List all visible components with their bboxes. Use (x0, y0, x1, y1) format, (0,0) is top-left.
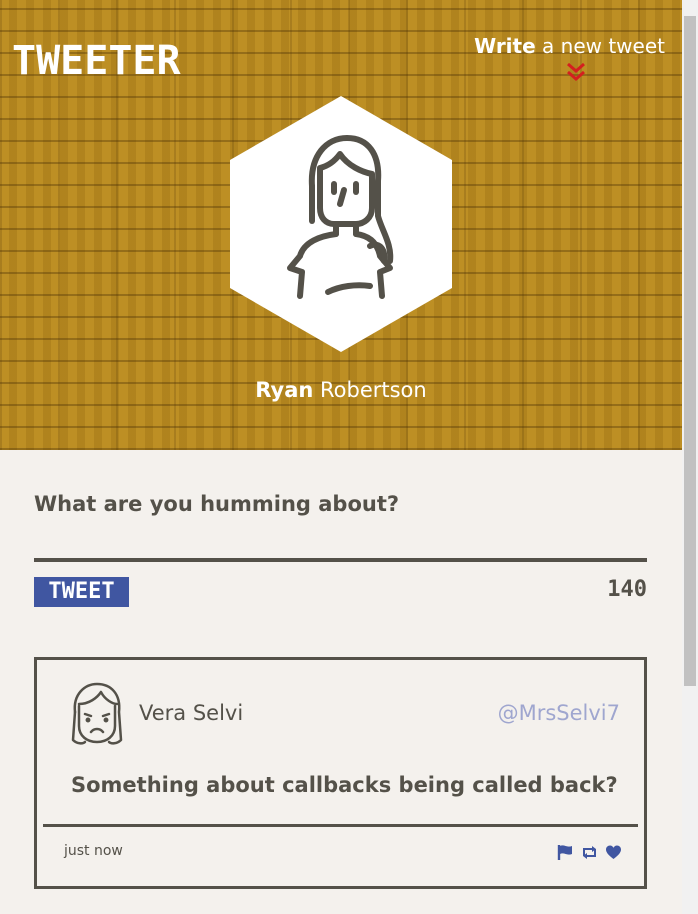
compose-prompt[interactable]: What are you humming about? (34, 492, 399, 516)
write-new-tweet-link[interactable]: Write a new tweet (474, 34, 665, 58)
profile-name: Ryan Robertson (0, 378, 682, 402)
tweet-card: Vera Selvi @MrsSelvi7 Something about ca… (34, 657, 647, 889)
double-chevron-down-icon[interactable] (565, 62, 587, 82)
scrollbar-thumb[interactable] (684, 16, 696, 686)
tweet-actions (557, 844, 622, 861)
woman-avatar-icon (230, 96, 452, 352)
tweet-author-handle[interactable]: @MrsSelvi7 (498, 701, 620, 725)
compose-link-rest: a new tweet (535, 34, 665, 58)
compose-textarea-underline (34, 558, 647, 562)
flag-icon[interactable] (557, 844, 574, 861)
brand-logo: TWEETER (12, 38, 181, 84)
sad-face-avatar-icon (71, 682, 123, 745)
retweet-icon[interactable] (581, 844, 598, 861)
tweet-author-name: Vera Selvi (139, 701, 244, 725)
tweet-body: Something about callbacks being called b… (71, 773, 618, 797)
profile-last-name: Robertson (313, 378, 427, 402)
tweet-timestamp: just now (64, 843, 123, 859)
heart-icon[interactable] (605, 844, 622, 861)
character-counter: 140 (607, 577, 647, 602)
tweet-button[interactable]: TWEET (34, 577, 129, 607)
compose-link-strong: Write (474, 34, 536, 58)
profile-header: TWEETER Write a new tweet Ryan Robertson (0, 0, 682, 450)
profile-first-name: Ryan (255, 378, 314, 402)
tweet-divider (43, 824, 638, 827)
